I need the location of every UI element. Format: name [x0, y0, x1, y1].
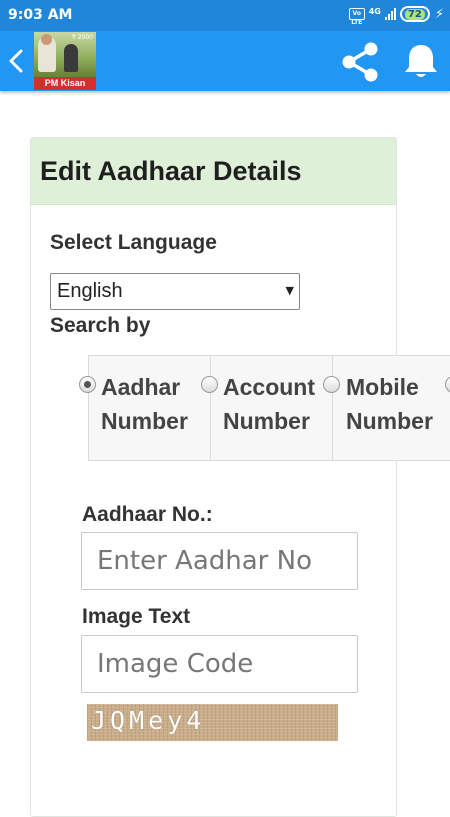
- status-icons: Vo LTE 4G 72 ⚡: [348, 6, 444, 26]
- logo-farmer-shape: [64, 44, 78, 72]
- charging-icon: ⚡: [434, 6, 444, 22]
- select-language-label: Select Language: [50, 231, 217, 254]
- network-type: 4G: [368, 6, 381, 16]
- volte-icon: Vo LTE: [348, 8, 365, 26]
- captcha-text: JQMey4: [91, 706, 206, 735]
- bell-icon[interactable]: [400, 40, 442, 82]
- radio-button-account[interactable]: [201, 376, 218, 393]
- aadhaar-no-label: Aadhaar No.:: [82, 503, 213, 526]
- back-arrow-icon[interactable]: [6, 47, 28, 75]
- image-text-label: Image Text: [82, 605, 191, 628]
- radio-label-mobile-line2: Number: [346, 408, 433, 434]
- share-icon[interactable]: [338, 40, 382, 84]
- status-time: 9:03 AM: [8, 7, 73, 23]
- radio-label-account-line2: Number: [223, 408, 310, 434]
- radio-selected-dot: [84, 381, 91, 388]
- signal-icon: [384, 8, 396, 20]
- radio-button-aadhar[interactable]: [79, 376, 96, 393]
- captcha-image: JQMey4: [87, 704, 338, 741]
- radio-button-mobile[interactable]: [323, 376, 340, 393]
- logo-label: PM Kisan: [34, 77, 96, 90]
- logo-amount: ₹ 2000: [72, 34, 93, 41]
- app-bar: ₹ 2000 PM Kisan: [0, 31, 450, 91]
- radio-label-mobile-line1: Mobile: [346, 374, 419, 400]
- status-bar: 9:03 AM Vo LTE 4G 72 ⚡: [0, 0, 450, 31]
- radio-label-account-line1: Account: [223, 374, 315, 400]
- logo-head-shape: [41, 34, 52, 45]
- battery-icon: 72: [399, 6, 430, 22]
- search-by-radio-group: Aadhar Number Account Number Mobile Numb…: [79, 355, 450, 461]
- pm-kisan-logo: ₹ 2000 PM Kisan: [34, 32, 96, 90]
- battery-level: 72: [404, 8, 425, 20]
- radio-label-aadhar-line1: Aadhar: [101, 374, 181, 400]
- page-title: Edit Aadhaar Details: [40, 155, 302, 186]
- aadhaar-number-input[interactable]: Enter Aadhar No: [81, 532, 358, 590]
- language-select-value: English: [57, 280, 123, 302]
- language-select[interactable]: English ▼: [50, 273, 300, 310]
- image-code-input[interactable]: Image Code: [81, 635, 358, 693]
- card-header: Edit Aadhaar Details: [31, 138, 396, 205]
- radio-option-aadhar[interactable]: Aadhar Number: [79, 356, 210, 460]
- chevron-down-icon: ▼: [285, 284, 294, 297]
- radio-option-account[interactable]: Account Number: [201, 356, 332, 460]
- search-by-label: Search by: [50, 314, 151, 337]
- radio-label-aadhar-line2: Number: [101, 408, 188, 434]
- radio-option-mobile[interactable]: Mobile Number: [323, 356, 450, 460]
